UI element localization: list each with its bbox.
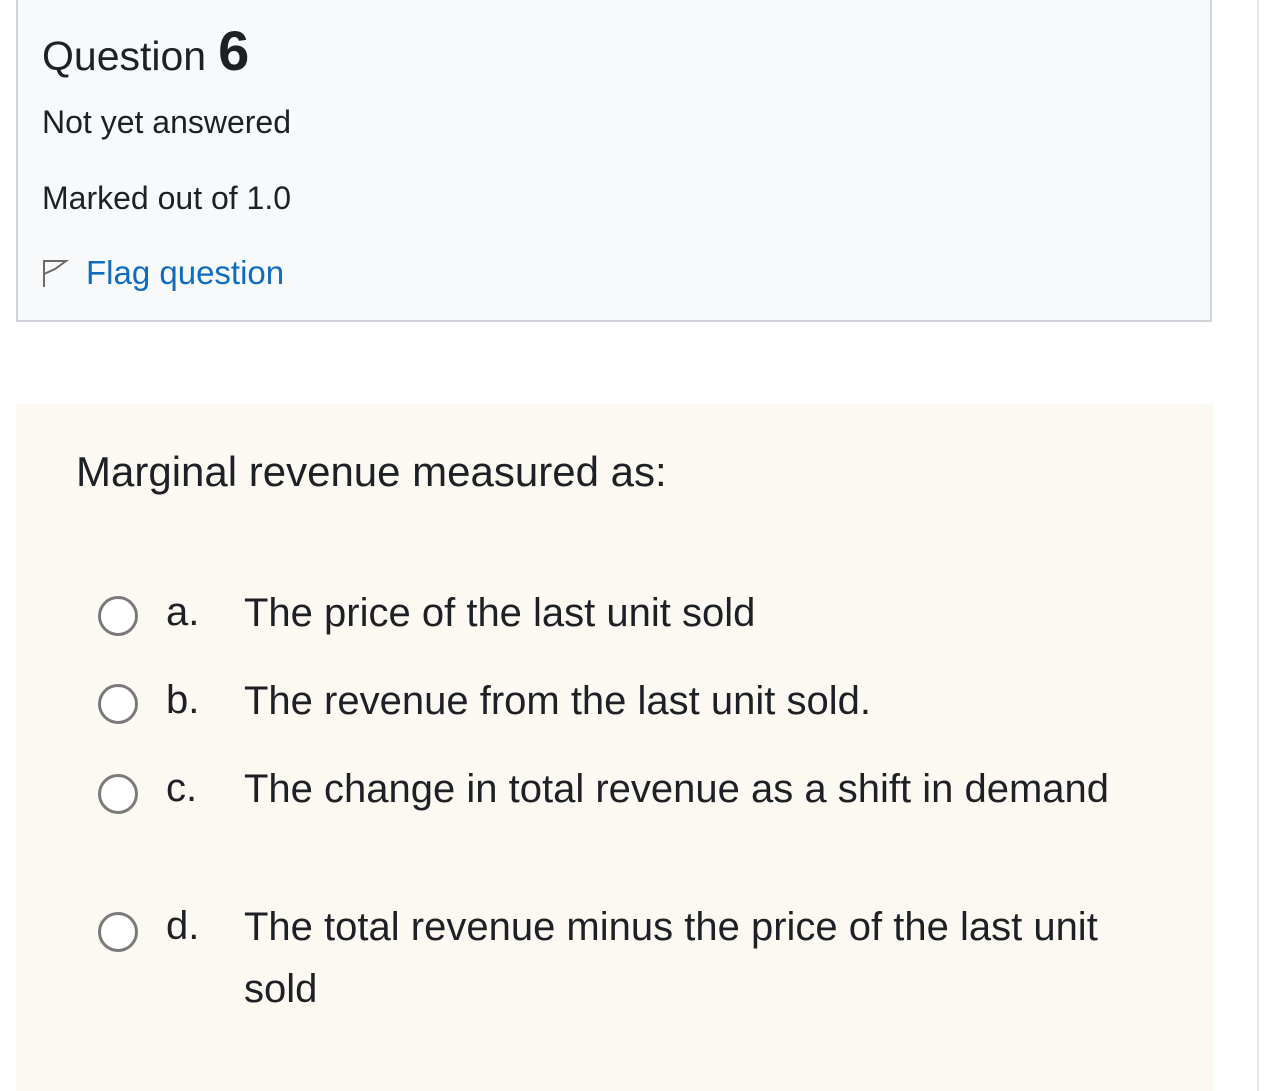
- question-state: Not yet answered: [42, 104, 292, 140]
- question-content-panel: Marginal revenue measured as: a. The pri…: [16, 404, 1214, 1091]
- answer-text-c[interactable]: The change in total revenue as a shift i…: [244, 758, 1164, 820]
- answer-letter-d: d.: [166, 904, 200, 948]
- flag-outline-icon: [40, 257, 70, 289]
- answer-radio-c[interactable]: [98, 774, 138, 814]
- answer-letter-c: c.: [166, 766, 198, 810]
- quiz-page: Question 6 Not yet answered Marked out o…: [0, 0, 1269, 1091]
- answer-letter-b: b.: [166, 678, 200, 722]
- answer-radio-a[interactable]: [98, 596, 138, 636]
- question-text: Marginal revenue measured as:: [76, 448, 667, 495]
- question-number: 6: [218, 19, 250, 82]
- flag-question-label[interactable]: Flag question: [86, 254, 284, 292]
- answer-radio-d[interactable]: [98, 912, 138, 952]
- answer-text-a[interactable]: The price of the last unit sold: [244, 582, 1164, 644]
- question-grade: Marked out of 1.0: [42, 180, 292, 216]
- answer-text-d[interactable]: The total revenue minus the price of the…: [244, 896, 1164, 1020]
- flag-question-link[interactable]: Flag question: [40, 254, 284, 292]
- question-info-panel: Question 6 Not yet answered Marked out o…: [16, 0, 1212, 322]
- question-heading: Question 6: [42, 18, 249, 82]
- question-title-word: Question: [42, 33, 207, 79]
- page-right-edge: [1257, 0, 1259, 1091]
- answer-letter-a: a.: [166, 590, 200, 634]
- answer-radio-b[interactable]: [98, 684, 138, 724]
- answer-text-b[interactable]: The revenue from the last unit sold.: [244, 670, 1164, 732]
